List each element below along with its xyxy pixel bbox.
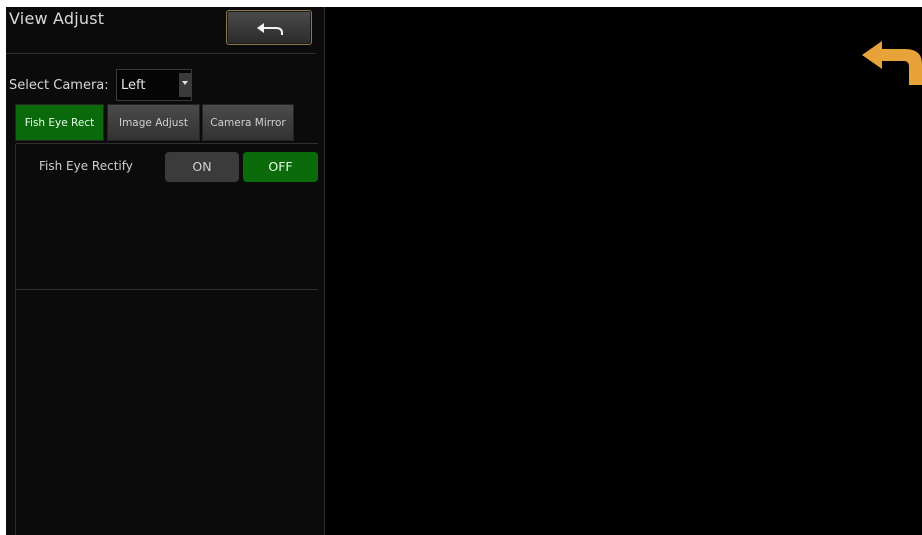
view-adjust-panel: View Adjust Select Camera: Left Fish Eye… [6,7,325,535]
tab-camera-mirror[interactable]: Camera Mirror [202,104,294,141]
select-camera-label: Select Camera: [9,78,109,93]
tab-content [15,144,318,535]
fish-eye-rectify-label: Fish Eye Rectify [39,159,133,173]
content-divider [16,289,318,290]
tab-fish-eye-rect[interactable]: Fish Eye Rect [15,104,104,141]
header-divider [6,53,316,54]
fish-eye-on-button[interactable]: ON [165,152,239,182]
page-title: View Adjust [9,9,105,28]
camera-select-value: Left [121,78,146,93]
back-arrow-icon [257,23,283,35]
fish-eye-off-button[interactable]: OFF [243,152,318,182]
camera-select[interactable]: Left [116,69,192,101]
back-button[interactable] [226,10,312,45]
screen: View Adjust Select Camera: Left Fish Eye… [6,7,922,535]
back-arrow-icon[interactable] [861,40,922,85]
tab-image-adjust[interactable]: Image Adjust [107,104,200,141]
camera-view-area [325,7,922,535]
chevron-down-icon[interactable] [179,73,191,97]
